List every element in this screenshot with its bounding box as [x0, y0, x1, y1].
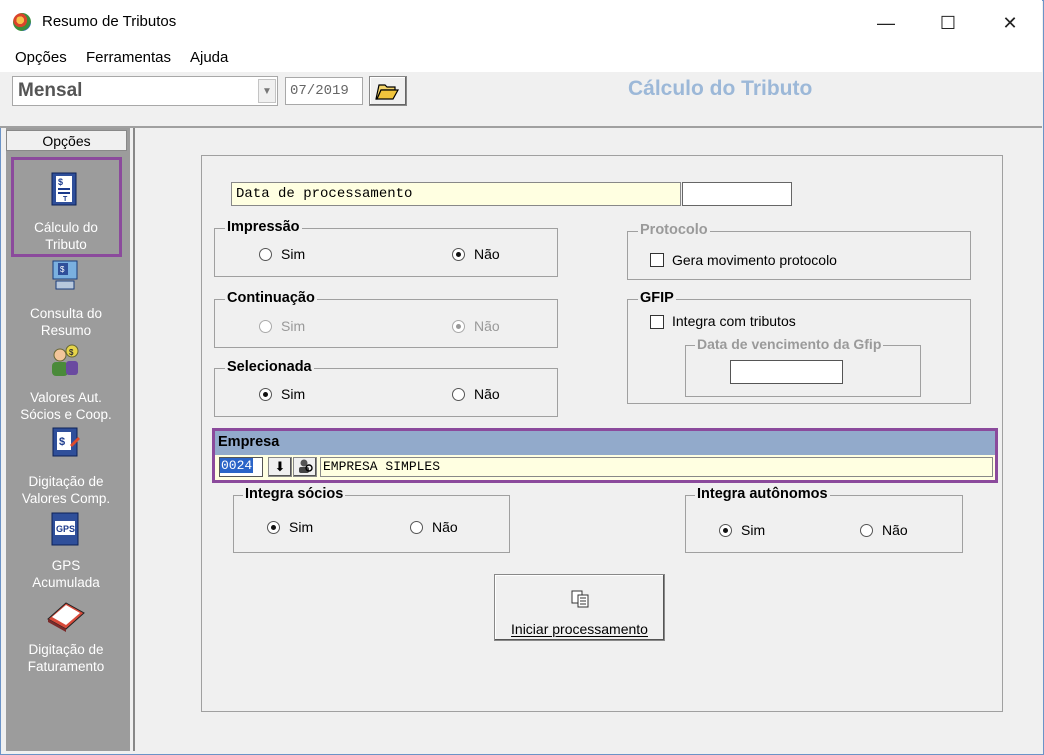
integra-socios-sim-radio[interactable]	[267, 521, 280, 534]
menu-opcoes[interactable]: Opções	[15, 49, 67, 66]
sidebar-label: Resumo	[40, 323, 92, 338]
gfip-title: GFIP	[638, 290, 676, 306]
radio-label: Não	[474, 246, 500, 262]
radio-label: Sim	[741, 522, 766, 538]
sidebar-item-digitacao-valores[interactable]: $ Digitação de Valores Comp.	[6, 425, 126, 509]
menu-ferramentas[interactable]: Ferramentas	[86, 49, 171, 66]
month-field[interactable]: 07/2019	[285, 77, 363, 105]
radio-label: Não	[474, 318, 500, 334]
svg-text:$: $	[60, 265, 65, 274]
maximize-button[interactable]: ☐	[926, 8, 970, 38]
values-entry-icon: $	[52, 427, 80, 457]
integra-autonomos-sim-radio[interactable]	[719, 524, 732, 537]
sidebar-label: Consulta do	[29, 306, 103, 321]
gfip-due-input[interactable]	[730, 360, 843, 384]
selecionada-nao-radio[interactable]	[452, 388, 465, 401]
computer-summary-icon: $	[52, 260, 78, 290]
impressao-title: Impressão	[225, 219, 302, 235]
impressao-nao-radio[interactable]	[452, 248, 465, 261]
processing-date-input[interactable]	[682, 182, 792, 206]
radio-label: Sim	[281, 386, 306, 402]
continuacao-sim-radio[interactable]	[259, 320, 272, 333]
selecionada-sim-radio[interactable]	[259, 388, 272, 401]
radio-label: Não	[474, 386, 500, 402]
start-processing-button[interactable]: Iniciar processamento	[494, 574, 665, 641]
partners-values-icon: $	[52, 344, 79, 376]
gfip-due-title: Data de vencimento da Gfip	[695, 336, 884, 352]
menu-ajuda[interactable]: Ajuda	[190, 49, 228, 66]
sidebar-label: Valores Comp.	[21, 491, 111, 506]
period-value: Mensal	[18, 80, 83, 101]
folder-open-icon	[375, 84, 400, 100]
app-logo-icon	[13, 13, 31, 31]
checkbox-label: Gera movimento protocolo	[672, 252, 837, 268]
integra-autonomos-nao-radio[interactable]	[860, 524, 873, 537]
sidebar-header: Opções	[6, 130, 127, 151]
radio-label: Não	[882, 522, 908, 538]
billing-book-icon	[47, 602, 85, 632]
sidebar-label: Sócios e Coop.	[20, 407, 112, 422]
radio-label: Sim	[281, 246, 306, 262]
chevron-down-icon[interactable]: ▼	[258, 79, 276, 103]
impressao-sim-radio[interactable]	[259, 248, 272, 261]
checkbox-label: Integra com tributos	[672, 313, 796, 329]
integra-socios-nao-radio[interactable]	[410, 521, 423, 534]
integra-socios-title: Integra sócios	[243, 486, 346, 502]
start-processing-label: Iniciar processamento	[511, 621, 648, 637]
integra-tributos-checkbox[interactable]	[650, 315, 664, 329]
radio-label: Não	[432, 519, 458, 535]
svg-text:GPS: GPS	[56, 524, 75, 534]
gps-doc-icon: GPS	[51, 512, 79, 546]
sidebar-label: Valores Aut.	[30, 390, 102, 405]
sidebar-item-gps-acumulada[interactable]: GPS GPS Acumulada	[6, 509, 126, 593]
sidebar-item-digitacao-faturamento[interactable]: Digitação de Faturamento	[6, 593, 126, 683]
continuacao-title: Continuação	[225, 290, 317, 306]
sidebar-label: GPS	[51, 558, 81, 573]
sidebar-label: Digitação de	[28, 642, 104, 657]
empresa-highlight-frame	[212, 428, 998, 483]
svg-text:$: $	[59, 436, 65, 448]
sidebar-item-valores-aut[interactable]: $ Valores Aut. Sócios e Coop.	[6, 341, 126, 425]
copy-docs-icon	[571, 590, 589, 608]
gera-protocolo-checkbox[interactable]	[650, 253, 664, 267]
continuacao-nao-radio[interactable]	[452, 320, 465, 333]
radio-label: Sim	[281, 318, 306, 334]
sidebar-label: Acumulada	[32, 575, 100, 590]
sidebar-label: Digitação de	[28, 474, 104, 489]
sidebar-item-consulta-resumo[interactable]: $ Consulta do Resumo	[6, 257, 126, 341]
selecionada-title: Selecionada	[225, 359, 314, 375]
open-folder-button[interactable]	[369, 76, 407, 106]
processing-date-label: Data de processamento	[231, 182, 681, 206]
svg-text:$: $	[69, 348, 74, 357]
integra-autonomos-title: Integra autônomos	[695, 486, 830, 502]
window-title: Resumo de Tributos	[42, 13, 177, 30]
sidebar-label: Faturamento	[27, 659, 105, 674]
page-title: Cálculo do Tributo	[628, 77, 813, 100]
minimize-button[interactable]: —	[864, 8, 908, 38]
close-button[interactable]: ✕	[988, 8, 1032, 38]
radio-label: Sim	[289, 519, 314, 535]
protocolo-title: Protocolo	[638, 222, 710, 238]
sidebar-selection-frame	[11, 157, 122, 257]
